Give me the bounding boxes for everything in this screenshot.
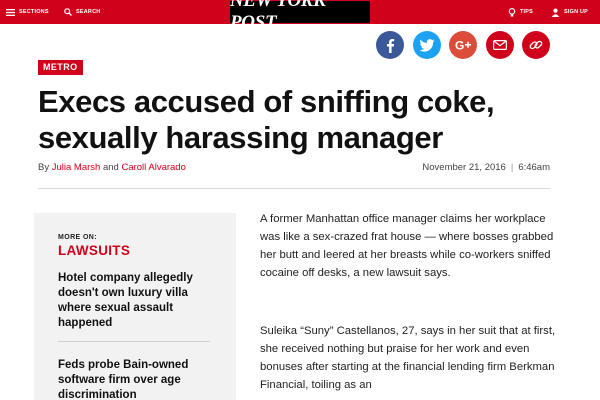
sections-label: SECTIONS <box>19 9 49 15</box>
article-paragraph: Suleika “Suny” Castellanos, 27, says in … <box>260 325 556 391</box>
link-icon <box>529 40 543 50</box>
topic-link[interactable]: LAWSUITS <box>58 243 130 258</box>
email-icon <box>493 40 507 50</box>
sections-button[interactable]: SECTIONS <box>6 0 49 24</box>
top-nav-bar: SECTIONS SEARCH NEW YORK POST TIPS SIGN … <box>0 0 600 33</box>
byline-prefix: By <box>38 162 50 173</box>
byline-and: and <box>102 162 119 173</box>
divider <box>38 188 550 189</box>
facebook-icon <box>387 38 395 53</box>
copy-link-button[interactable] <box>522 31 550 59</box>
date-separator: | <box>510 162 514 173</box>
tips-button[interactable]: TIPS <box>508 0 533 24</box>
google-plus-icon: G <box>455 39 471 51</box>
publish-date: November 21, 2016 | 6:46am <box>422 162 550 173</box>
author-link[interactable]: Caroll Alvarado <box>121 162 185 173</box>
site-logo[interactable]: NEW YORK POST <box>230 0 370 33</box>
twitter-icon <box>419 38 434 52</box>
tips-label: TIPS <box>520 9 534 15</box>
svg-text:G: G <box>455 39 464 51</box>
google-plus-share-button[interactable]: G <box>449 31 477 59</box>
sign-up-button[interactable]: SIGN UP <box>551 0 588 24</box>
email-share-button[interactable] <box>486 31 514 59</box>
search-icon <box>64 8 72 16</box>
article-paragraph: A former Manhattan office manager claims… <box>260 213 554 279</box>
divider <box>58 341 210 342</box>
search-label: SEARCH <box>76 9 101 15</box>
author-link[interactable]: Julia Marsh <box>52 162 101 173</box>
time-text: 6:46am <box>518 162 550 173</box>
sign-up-label: SIGN UP <box>564 9 589 15</box>
related-story-link[interactable]: Hotel company allegedly doesn't own luxu… <box>58 271 218 331</box>
article-headline: Execs accused of sniffing coke, sexually… <box>38 84 495 155</box>
twitter-share-button[interactable] <box>413 31 441 59</box>
byline: By Julia Marsh and Caroll Alvarado <box>38 162 186 173</box>
section-tag[interactable]: METRO <box>38 60 83 75</box>
date-text: November 21, 2016 <box>422 162 506 173</box>
related-story-link[interactable]: Feds probe Bain-owned software firm over… <box>58 358 218 400</box>
user-icon <box>551 8 560 17</box>
facebook-share-button[interactable] <box>376 31 404 59</box>
menu-icon <box>6 8 15 16</box>
related-sidebar: MORE ON: LAWSUITS Hotel company allegedl… <box>34 213 236 400</box>
more-on-label: MORE ON: <box>58 234 97 241</box>
tips-icon <box>508 7 516 17</box>
search-button[interactable]: SEARCH <box>64 0 100 24</box>
